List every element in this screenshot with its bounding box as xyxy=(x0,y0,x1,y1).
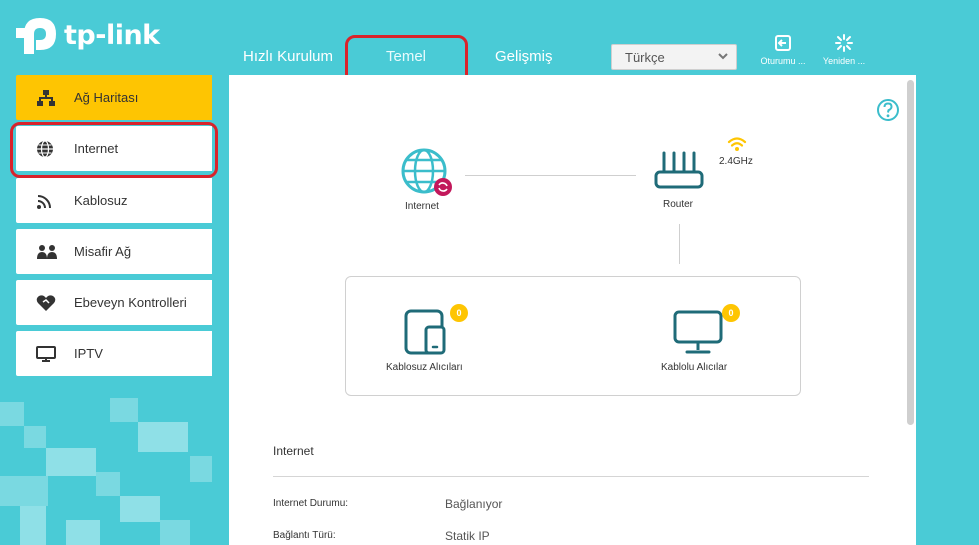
guest-icon xyxy=(37,244,57,259)
language-select[interactable]: Türkçe xyxy=(611,44,737,70)
chevron-down-icon xyxy=(718,53,728,60)
wired-clients-count-badge: 0 xyxy=(722,304,740,322)
wireless-icon xyxy=(37,194,51,209)
decor-square xyxy=(46,448,96,476)
decor-square xyxy=(0,402,24,426)
sidebar-item-wireless[interactable]: Kablosuz xyxy=(16,178,212,223)
wired-clients-label: Kablolu Alıcılar xyxy=(661,362,728,373)
scrollbar[interactable] xyxy=(907,80,914,425)
wifi-signal-icon xyxy=(727,137,747,151)
sidebar-item-label: IPTV xyxy=(74,346,103,361)
wireless-clients-icon[interactable] xyxy=(404,309,448,355)
decor-square xyxy=(66,520,100,545)
language-select-value: Türkçe xyxy=(625,50,665,65)
internet-globe-icon[interactable] xyxy=(400,148,454,198)
sidebar-item-guest[interactable]: Misafir Ağ xyxy=(16,229,212,274)
decor-square xyxy=(190,456,212,482)
router-icon[interactable] xyxy=(654,150,704,192)
section-title: Internet xyxy=(273,444,314,458)
reboot-icon xyxy=(835,34,853,52)
connection-line xyxy=(465,175,636,176)
wired-clients-icon[interactable] xyxy=(673,310,723,356)
reboot-label: Yeniden ... xyxy=(822,56,866,66)
help-icon[interactable] xyxy=(876,98,900,122)
info-row-value: Statik IP xyxy=(445,529,490,543)
logout-button[interactable]: Oturumu ... xyxy=(752,34,814,66)
decor-square xyxy=(120,496,160,522)
sidebar-item-iptv[interactable]: IPTV xyxy=(16,331,212,376)
decor-square xyxy=(0,476,48,506)
network-map-icon xyxy=(37,89,55,106)
tv-icon xyxy=(36,345,56,362)
heart-icon xyxy=(36,294,56,311)
router-label: Router xyxy=(663,199,694,210)
wireless-clients-label: Kablosuz Alıcıları xyxy=(386,362,463,373)
sidebar-item-parental-controls[interactable]: Ebeveyn Kontrolleri xyxy=(16,280,212,325)
decor-square xyxy=(160,520,190,545)
sidebar-item-label: Ebeveyn Kontrolleri xyxy=(74,295,187,310)
wireless-clients-count-badge: 0 xyxy=(450,304,468,322)
tab-advanced[interactable]: Gelişmiş xyxy=(495,48,553,65)
section-divider xyxy=(273,476,869,477)
logout-icon xyxy=(775,35,791,51)
info-row-key: Bağlantı Türü: xyxy=(273,530,336,541)
sidebar-item-label: Misafir Ağ xyxy=(74,244,132,259)
reboot-button[interactable]: Yeniden ... xyxy=(813,34,875,66)
tab-quick-setup[interactable]: Hızlı Kurulum xyxy=(243,48,333,65)
internet-label: Internet xyxy=(405,201,439,212)
sidebar-item-label: Ağ Haritası xyxy=(74,90,139,105)
connection-line xyxy=(679,224,680,264)
highlight-outline-sidebar xyxy=(10,122,218,178)
info-row-key: Internet Durumu: xyxy=(273,498,349,509)
band-label: 2.4GHz xyxy=(719,156,753,167)
sidebar-item-network-map[interactable]: Ağ Haritası xyxy=(16,75,212,120)
decor-square xyxy=(24,426,46,448)
info-row-value: Bağlanıyor xyxy=(445,497,503,511)
decor-square xyxy=(138,422,188,452)
decor-square xyxy=(20,506,46,545)
sidebar-item-label: Kablosuz xyxy=(74,193,128,208)
decor-square xyxy=(110,398,138,422)
logout-label: Oturumu ... xyxy=(760,56,806,66)
decor-square xyxy=(96,472,120,496)
